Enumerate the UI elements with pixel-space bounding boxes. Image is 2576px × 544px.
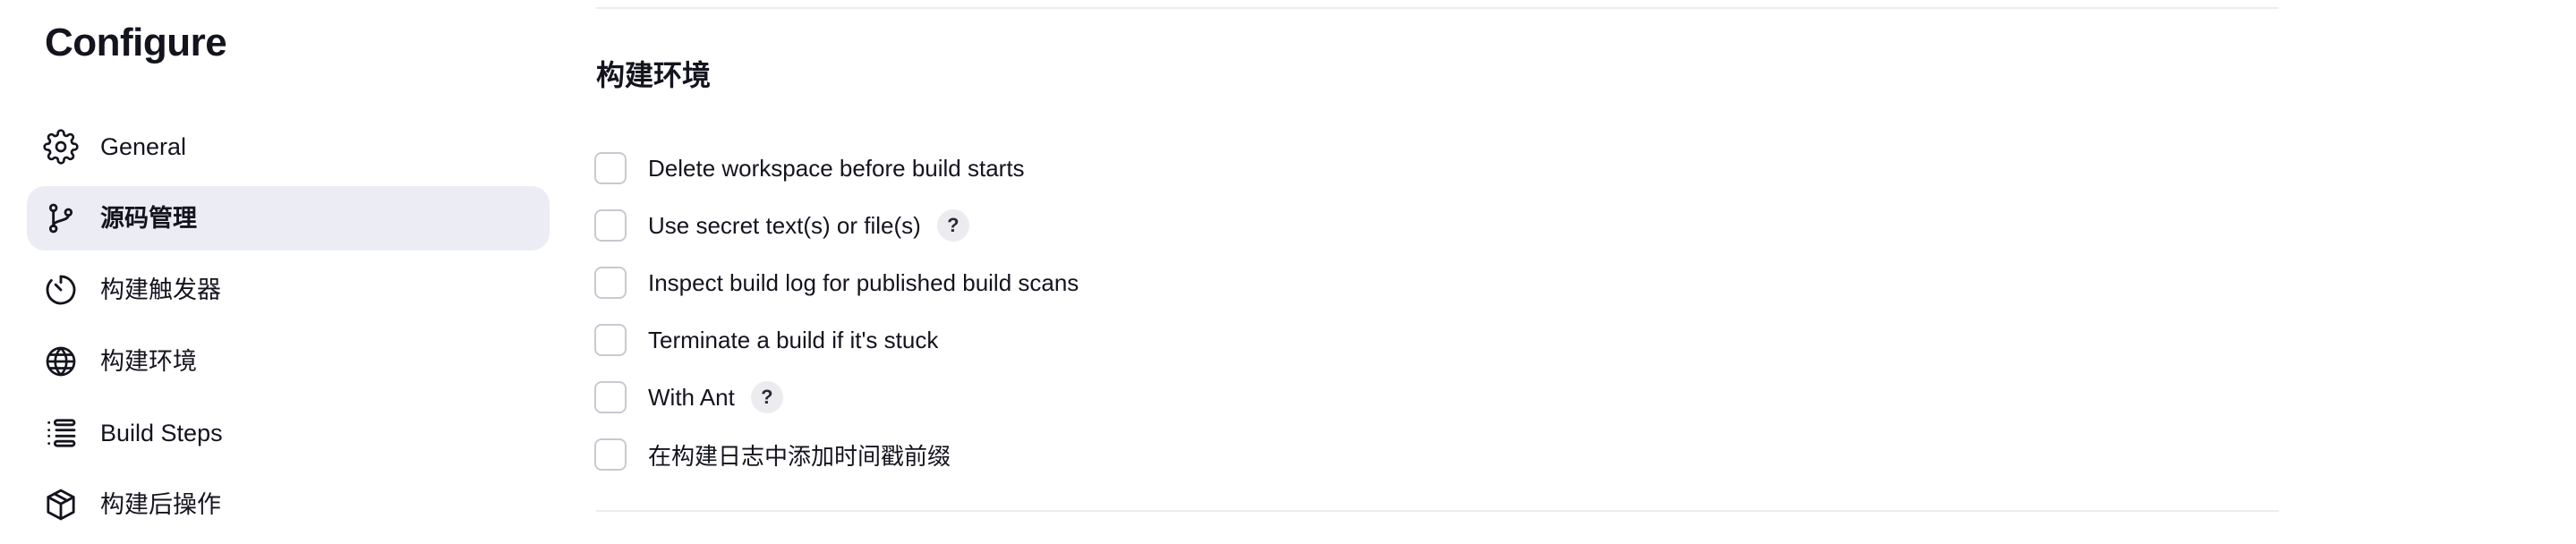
sidebar-item-label: 构建环境 <box>100 348 197 375</box>
option-delete-workspace: Delete workspace before build starts <box>594 140 1079 197</box>
help-icon[interactable]: ? <box>750 381 783 413</box>
globe-icon <box>43 344 79 379</box>
gear-icon <box>43 129 79 165</box>
option-terminate-stuck: Terminate a build if it's stuck <box>594 311 1079 369</box>
option-label[interactable]: 在构建日志中添加时间戳前缀 <box>648 438 951 472</box>
sidebar-item-label: Build Steps <box>100 420 223 446</box>
option-label[interactable]: Use secret text(s) or file(s) <box>648 212 921 240</box>
timestamps-checkbox[interactable] <box>594 438 627 471</box>
package-icon <box>43 487 79 523</box>
sidebar-item-source-code[interactable]: 源码管理 <box>27 186 550 251</box>
section-divider-bottom <box>596 510 2279 512</box>
sidebar-item-label: 构建触发器 <box>100 276 221 303</box>
build-environment-options: Delete workspace before build starts Use… <box>594 140 1079 483</box>
terminate-stuck-checkbox[interactable] <box>594 324 627 356</box>
option-label[interactable]: Terminate a build if it's stuck <box>648 327 938 354</box>
option-label[interactable]: With Ant <box>648 384 735 412</box>
source-branch-icon <box>43 200 79 236</box>
sidebar-item-label: General <box>100 133 187 160</box>
sidebar-item-post-build[interactable]: 构建后操作 <box>27 472 550 537</box>
timer-icon <box>43 272 79 308</box>
list-icon <box>43 415 79 451</box>
option-label[interactable]: Delete workspace before build starts <box>648 155 1025 183</box>
sidebar-item-build-steps[interactable]: Build Steps <box>27 401 550 465</box>
section-title: 构建环境 <box>596 59 712 91</box>
option-inspect-build-log: Inspect build log for published build sc… <box>594 254 1079 311</box>
with-ant-checkbox[interactable] <box>594 381 627 413</box>
option-label[interactable]: Inspect build log for published build sc… <box>648 269 1079 297</box>
sidebar-item-label: 构建后操作 <box>100 491 221 518</box>
section-divider-top <box>596 7 2279 9</box>
delete-workspace-checkbox[interactable] <box>594 152 627 184</box>
inspect-build-log-checkbox[interactable] <box>594 267 627 299</box>
secret-text-checkbox[interactable] <box>594 209 627 242</box>
page-title: Configure <box>45 21 227 64</box>
sidebar: General 源码管理 构建触发器 构建环境 Build Steps 构建后操… <box>27 115 550 544</box>
sidebar-item-build-environment[interactable]: 构建环境 <box>27 329 550 394</box>
option-timestamps: 在构建日志中添加时间戳前缀 <box>594 426 1079 483</box>
sidebar-item-build-triggers[interactable]: 构建触发器 <box>27 258 550 322</box>
sidebar-item-label: 源码管理 <box>100 205 197 232</box>
option-with-ant: With Ant ? <box>594 369 1079 426</box>
sidebar-item-general[interactable]: General <box>27 115 550 179</box>
help-icon[interactable]: ? <box>936 209 969 242</box>
option-secret-text: Use secret text(s) or file(s) ? <box>594 197 1079 254</box>
